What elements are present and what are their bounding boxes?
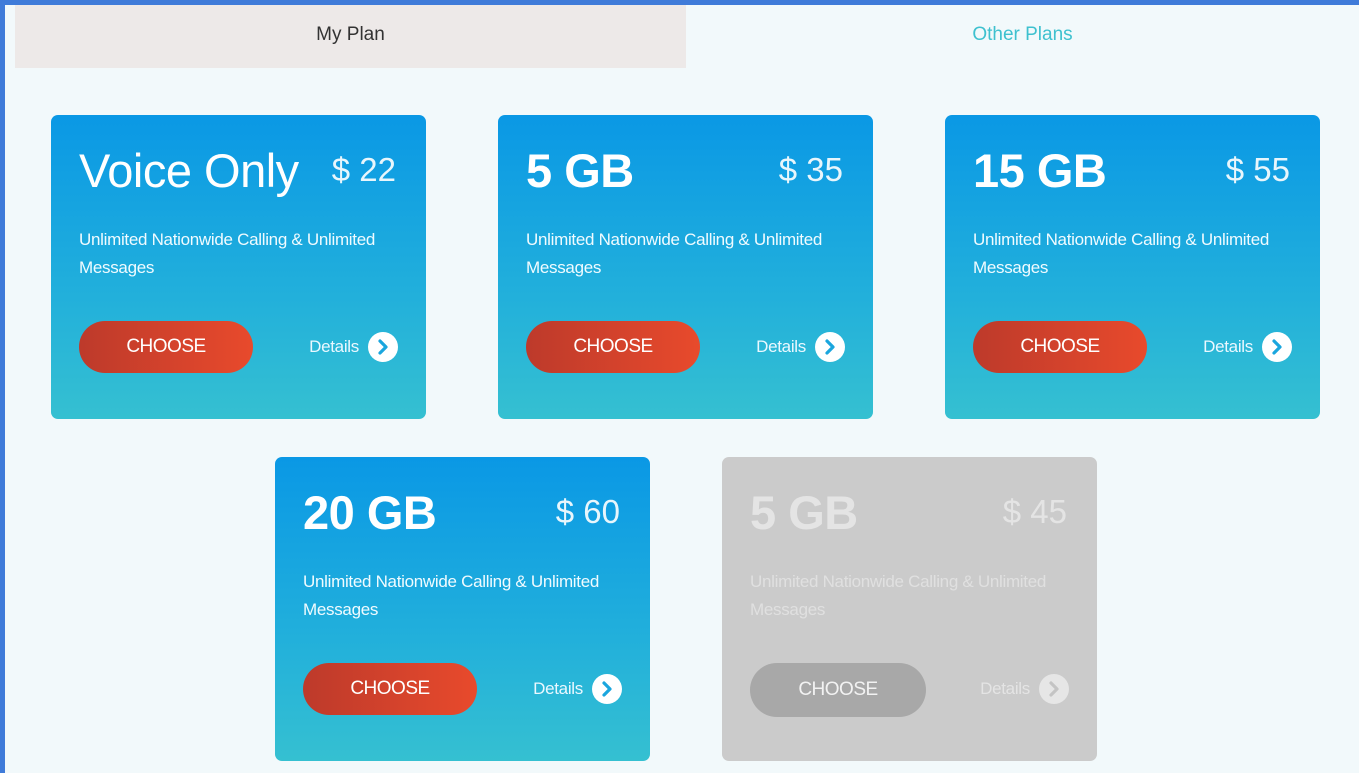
details-label: Details <box>1203 337 1253 356</box>
plan-price: $ 22 <box>331 151 396 188</box>
plan-card-5gb-disabled: 5 GB $ 45 Unlimited Nationwide Calling &… <box>722 457 1097 761</box>
choose-button[interactable]: CHOOSE <box>973 321 1147 373</box>
plan-price: $ 35 <box>778 151 843 188</box>
plan-name: 15 GB <box>973 144 1107 197</box>
choose-button[interactable]: CHOOSE <box>79 321 253 373</box>
plan-price: $ 55 <box>1225 151 1290 188</box>
details-label: Details <box>309 337 359 356</box>
chevron-right-icon[interactable] <box>368 332 398 362</box>
plan-description: Unlimited Nationwide Calling & Unlimited… <box>526 230 823 277</box>
chevron-right-icon[interactable] <box>592 674 622 704</box>
tab-other-plans[interactable]: Other Plans <box>686 5 1359 68</box>
chevron-right-icon <box>1039 674 1069 704</box>
details-link[interactable]: Details <box>1203 331 1292 363</box>
plan-card-5gb: 5 GB $ 35 Unlimited Nationwide Calling &… <box>498 115 873 419</box>
plan-name: Voice Only <box>79 144 299 197</box>
plan-description: Unlimited Nationwide Calling & Unlimited… <box>750 572 1047 619</box>
chevron-right-icon[interactable] <box>815 332 845 362</box>
plan-price: $ 60 <box>555 493 620 530</box>
tab-my-plan[interactable]: My Plan <box>15 5 686 68</box>
plan-name: 20 GB <box>303 486 437 539</box>
details-link-disabled: Details <box>980 673 1069 705</box>
plan-description: Unlimited Nationwide Calling & Unlimited… <box>973 230 1270 277</box>
chevron-right-icon[interactable] <box>1262 332 1292 362</box>
details-label: Details <box>756 337 806 356</box>
choose-button[interactable]: CHOOSE <box>303 663 477 715</box>
details-link[interactable]: Details <box>309 331 398 363</box>
plan-description: Unlimited Nationwide Calling & Unlimited… <box>303 572 600 619</box>
details-link[interactable]: Details <box>756 331 845 363</box>
plan-name: 5 GB <box>526 144 634 197</box>
details-label: Details <box>980 679 1030 698</box>
plan-price: $ 45 <box>1002 493 1067 530</box>
plan-card-voice-only: Voice Only $ 22 Unlimited Nationwide Cal… <box>51 115 426 419</box>
plan-card-15gb: 15 GB $ 55 Unlimited Nationwide Calling … <box>945 115 1320 419</box>
plan-name: 5 GB <box>750 486 858 539</box>
plan-card-20gb: 20 GB $ 60 Unlimited Nationwide Calling … <box>275 457 650 761</box>
details-label: Details <box>533 679 583 698</box>
plans-panel: My Plan Other Plans Voice Only $ 22 Unli… <box>5 5 1359 773</box>
plan-description: Unlimited Nationwide Calling & Unlimited… <box>79 230 376 277</box>
choose-button[interactable]: CHOOSE <box>526 321 700 373</box>
choose-button-disabled: CHOOSE <box>750 663 926 717</box>
details-link[interactable]: Details <box>533 673 622 705</box>
tab-bar: My Plan Other Plans <box>15 5 1359 68</box>
